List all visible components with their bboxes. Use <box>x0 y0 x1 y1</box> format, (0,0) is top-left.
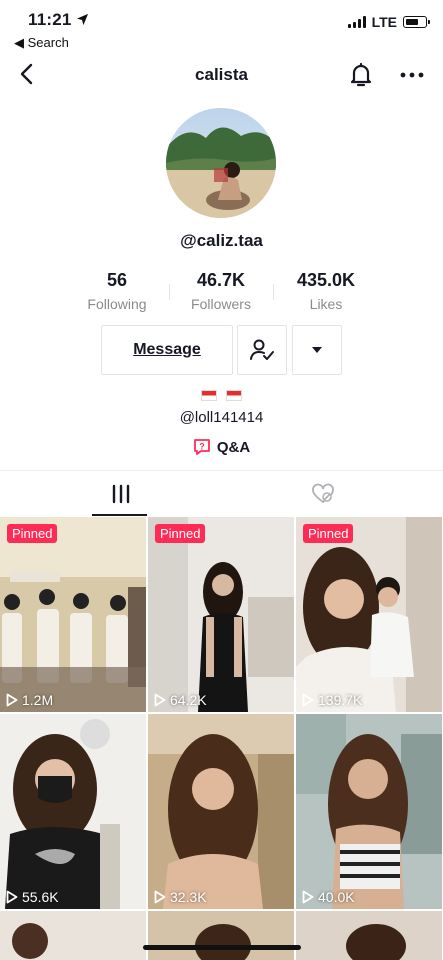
network-label: LTE <box>371 14 397 30</box>
video-tile[interactable]: 55.6K <box>0 714 146 909</box>
view-count: 1.2M <box>6 692 53 708</box>
pinned-badge: Pinned <box>7 524 58 543</box>
pinned-badge: Pinned <box>303 524 354 543</box>
video-thumbnail <box>148 911 294 960</box>
bio-flags <box>0 388 443 406</box>
active-tab-indicator <box>92 514 147 516</box>
video-tile[interactable] <box>148 911 294 960</box>
video-thumbnail <box>296 911 442 960</box>
play-icon <box>6 693 18 707</box>
stat-following-value: 56 <box>106 270 128 290</box>
back-to-search-link[interactable]: ◀ Search <box>14 35 69 51</box>
pinned-badge: Pinned <box>155 524 206 543</box>
profile-username: @caliz.taa <box>180 231 263 250</box>
tab-liked[interactable] <box>212 471 433 517</box>
suggested-accounts-button[interactable] <box>292 325 342 375</box>
video-thumbnail <box>296 517 442 712</box>
view-count-label: 32.3K <box>170 889 207 905</box>
following-button[interactable] <box>237 325 287 375</box>
stat-divider <box>169 284 170 300</box>
play-icon <box>302 693 314 707</box>
stat-followers-value: 46.7K <box>196 270 246 290</box>
stat-divider <box>273 284 274 300</box>
more-options-icon[interactable] <box>398 66 426 84</box>
qa-link[interactable]: ? Q&A <box>0 438 443 456</box>
signal-icon <box>347 16 366 28</box>
play-icon <box>154 693 166 707</box>
stat-followers[interactable]: 46.7K Followers <box>171 270 271 312</box>
video-thumbnail <box>0 517 146 712</box>
view-count-label: 139.7K <box>318 692 363 708</box>
flag-icon <box>201 390 218 401</box>
video-tile[interactable] <box>296 911 442 960</box>
video-thumbnail <box>148 714 294 909</box>
user-check-icon <box>250 339 274 360</box>
page-title: calista <box>195 65 248 84</box>
qa-label: Q&A <box>216 438 251 456</box>
view-count: 55.6K <box>6 889 59 905</box>
view-count-label: 40.0K <box>318 889 355 905</box>
question-bubble-icon: ? <box>193 439 210 455</box>
stat-likes[interactable]: 435.0K Likes <box>276 270 376 312</box>
home-indicator[interactable] <box>143 945 301 950</box>
tab-videos[interactable] <box>10 471 231 517</box>
video-thumbnail <box>0 714 146 909</box>
video-thumbnail <box>148 517 294 712</box>
stat-likes-value: 435.0K <box>296 270 356 290</box>
avatar[interactable] <box>166 108 276 218</box>
grid-icon <box>112 484 129 504</box>
stat-following-label: Following <box>87 296 147 312</box>
battery-icon <box>403 16 430 28</box>
view-count: 64.2K <box>154 692 207 708</box>
video-tile[interactable]: Pinned 139.7K <box>296 517 442 712</box>
flag-icon <box>225 390 242 401</box>
view-count: 40.0K <box>302 889 355 905</box>
video-thumbnail <box>296 714 442 909</box>
svg-text:?: ? <box>199 442 205 452</box>
location-arrow-icon <box>77 13 89 26</box>
bio-handle[interactable]: @loll141414 <box>0 409 443 426</box>
stat-followers-label: Followers <box>191 296 251 312</box>
video-tile[interactable]: Pinned 64.2K <box>148 517 294 712</box>
play-icon <box>302 890 314 904</box>
video-tile[interactable]: 32.3K <box>148 714 294 909</box>
status-time: 11:21 <box>28 10 89 30</box>
play-icon <box>154 890 166 904</box>
view-count-label: 64.2K <box>170 692 207 708</box>
view-count-label: 1.2M <box>22 692 54 708</box>
video-thumbnail <box>0 911 146 960</box>
stat-likes-label: Likes <box>309 296 343 312</box>
bell-icon[interactable] <box>347 60 375 90</box>
video-tile[interactable]: Pinned 1.2M <box>0 517 146 712</box>
view-count: 139.7K <box>302 692 362 708</box>
view-count-label: 55.6K <box>22 889 59 905</box>
play-icon <box>6 890 18 904</box>
message-button[interactable]: Message <box>101 325 233 375</box>
caret-down-icon <box>312 347 322 353</box>
video-tile[interactable]: 40.0K <box>296 714 442 909</box>
liked-hidden-icon <box>311 483 334 504</box>
video-tile[interactable] <box>0 911 146 960</box>
view-count: 32.3K <box>154 889 207 905</box>
status-indicators: LTE <box>347 14 430 30</box>
stat-following[interactable]: 56 Following <box>67 270 167 312</box>
